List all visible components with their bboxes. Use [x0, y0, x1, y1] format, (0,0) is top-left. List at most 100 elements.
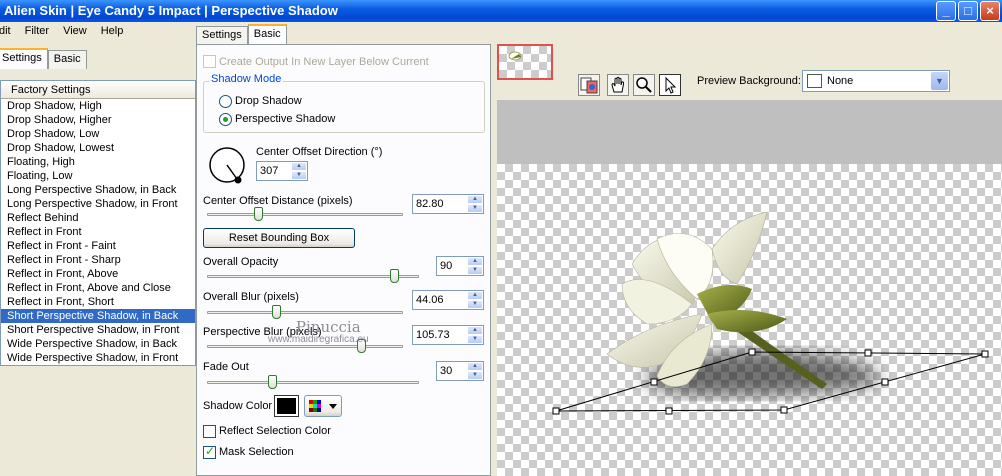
down-arrow-icon[interactable]: ▼: [291, 171, 307, 180]
drop-shadow-radio[interactable]: [219, 95, 232, 108]
distance-value: 82.80: [416, 198, 444, 210]
mask-selection-checkbox[interactable]: [203, 444, 216, 459]
settings-list-item[interactable]: Floating, Low: [1, 169, 195, 183]
color-palette-button[interactable]: [304, 395, 342, 417]
settings-list-item[interactable]: Reflect in Front, Short: [1, 295, 195, 309]
settings-list-item[interactable]: Reflect in Front: [1, 225, 195, 239]
direction-value: 307: [260, 165, 279, 177]
zoom-icon: [636, 77, 652, 93]
create-output-checkbox[interactable]: [203, 55, 216, 68]
opacity-slider[interactable]: [207, 269, 419, 283]
watermark: Pinuccia www.maidiregrafica.eu: [268, 318, 369, 345]
distance-input[interactable]: 82.80 ▲ ▼: [412, 194, 484, 214]
factory-settings-header[interactable]: Factory Settings: [1, 81, 195, 99]
preview-background-select[interactable]: None ▼: [802, 70, 950, 92]
direction-dial[interactable]: [207, 145, 247, 187]
settings-list: Factory Settings Drop Shadow, High Drop S…: [0, 80, 196, 366]
watermark-url: www.maidiregrafica.eu: [268, 334, 369, 345]
direction-input[interactable]: 307 ▲ ▼: [256, 161, 308, 181]
close-button[interactable]: ×: [980, 1, 1000, 21]
zoom-tool-button[interactable]: [633, 74, 655, 96]
shadow-mode-group: [203, 81, 485, 133]
shadow-color-swatch[interactable]: [274, 395, 299, 417]
perspective-shadow-radio[interactable]: [219, 113, 232, 126]
settings-list-item[interactable]: Drop Shadow, Low: [1, 127, 195, 141]
chevron-down-icon[interactable]: ▼: [931, 72, 948, 90]
down-arrow-icon[interactable]: ▼: [467, 371, 483, 380]
fade-out-input[interactable]: 30 ▲ ▼: [436, 361, 484, 381]
preview-top-area: [497, 100, 1002, 164]
fade-out-slider-thumb[interactable]: [268, 375, 277, 389]
reflect-selection-checkbox[interactable]: [203, 425, 216, 438]
distance-slider[interactable]: [207, 207, 403, 221]
preview-toggle-button[interactable]: [578, 74, 600, 96]
up-arrow-icon[interactable]: ▲: [467, 362, 483, 371]
fade-out-label: Fade Out: [203, 361, 249, 373]
settings-list-item[interactable]: Long Perspective Shadow, in Front: [1, 197, 195, 211]
flower-thumbnail-icon: [508, 51, 522, 61]
settings-list-item[interactable]: Drop Shadow, High: [1, 99, 195, 113]
settings-list-item[interactable]: Long Perspective Shadow, in Back: [1, 183, 195, 197]
menu-edit[interactable]: dit: [0, 25, 17, 42]
settings-list-item[interactable]: Drop Shadow, Lowest: [1, 141, 195, 155]
flower-sepal: [707, 310, 787, 333]
down-arrow-icon[interactable]: ▼: [467, 204, 483, 213]
tab-basic[interactable]: Basic: [247, 24, 287, 45]
opacity-input[interactable]: 90 ▲ ▼: [436, 256, 484, 276]
perspective-blur-input[interactable]: 105.73 ▲ ▼: [412, 325, 484, 345]
distance-label: Center Offset Distance (pixels): [203, 195, 353, 207]
settings-list-item[interactable]: Reflect in Front, Above and Close: [1, 281, 195, 295]
down-arrow-icon[interactable]: ▼: [467, 266, 483, 275]
hand-tool-button[interactable]: [607, 74, 629, 96]
settings-list-item[interactable]: Reflect Behind: [1, 211, 195, 225]
settings-list-item[interactable]: Short Perspective Shadow, in Front: [1, 323, 195, 337]
reset-bounding-box-button[interactable]: Reset Bounding Box: [203, 228, 355, 248]
direction-label: Center Offset Direction (°): [256, 146, 383, 158]
settings-list-item[interactable]: Short Perspective Shadow, in Back: [1, 309, 195, 323]
up-arrow-icon[interactable]: ▲: [467, 326, 483, 335]
maximize-button[interactable]: □: [958, 1, 978, 21]
tab-basic-left[interactable]: Basic: [47, 50, 87, 69]
perspective-blur-value: 105.73: [416, 329, 450, 341]
left-tabs: Settings Basic: [0, 48, 87, 69]
settings-list-item[interactable]: Reflect in Front, Above: [1, 267, 195, 281]
settings-list-item[interactable]: Reflect in Front - Sharp: [1, 253, 195, 267]
tab-settings[interactable]: Settings: [196, 26, 248, 45]
shadow-color-fill: [277, 398, 296, 414]
blur-slider-thumb[interactable]: [272, 305, 281, 319]
tab-settings-left[interactable]: Settings: [0, 48, 48, 69]
drop-shadow-label: Drop Shadow: [235, 95, 302, 107]
title-bar: Alien Skin | Eye Candy 5 Impact | Perspe…: [0, 0, 1002, 22]
flower-preview: [552, 211, 989, 415]
perspective-shadow-label: Perspective Shadow: [235, 113, 336, 125]
menu-view[interactable]: View: [63, 25, 93, 42]
opacity-value: 90: [440, 260, 453, 272]
arrow-tool-button[interactable]: [659, 74, 681, 96]
up-arrow-icon[interactable]: ▲: [467, 195, 483, 204]
down-arrow-icon[interactable]: ▼: [467, 335, 483, 344]
minimize-button[interactable]: _: [936, 1, 956, 21]
down-arrow-icon[interactable]: ▼: [467, 300, 483, 309]
settings-list-item[interactable]: Wide Perspective Shadow, in Front: [1, 351, 195, 365]
up-arrow-icon[interactable]: ▲: [467, 257, 483, 266]
fade-out-slider[interactable]: [207, 375, 419, 389]
fade-out-value: 30: [440, 365, 453, 377]
settings-list-item[interactable]: Floating, High: [1, 155, 195, 169]
arrow-pointer-icon: [665, 76, 677, 94]
menu-help[interactable]: Help: [101, 25, 130, 42]
preview-thumbnail[interactable]: [497, 44, 553, 80]
up-arrow-icon[interactable]: ▲: [467, 291, 483, 300]
reflect-selection-label: Reflect Selection Color: [219, 425, 331, 437]
up-arrow-icon[interactable]: ▲: [291, 162, 307, 171]
settings-list-item[interactable]: Wide Perspective Shadow, in Back: [1, 337, 195, 351]
preview-canvas[interactable]: [497, 164, 1002, 476]
menu-filter[interactable]: Filter: [25, 25, 55, 42]
window-title: Alien Skin | Eye Candy 5 Impact | Perspe…: [4, 3, 338, 18]
distance-slider-thumb[interactable]: [254, 207, 263, 221]
blur-input[interactable]: 44.06 ▲ ▼: [412, 290, 484, 310]
settings-list-item[interactable]: Drop Shadow, Higher: [1, 113, 195, 127]
hand-icon: [611, 76, 625, 93]
opacity-slider-thumb[interactable]: [390, 269, 399, 283]
blur-label: Overall Blur (pixels): [203, 291, 299, 303]
settings-list-item[interactable]: Reflect in Front - Faint: [1, 239, 195, 253]
